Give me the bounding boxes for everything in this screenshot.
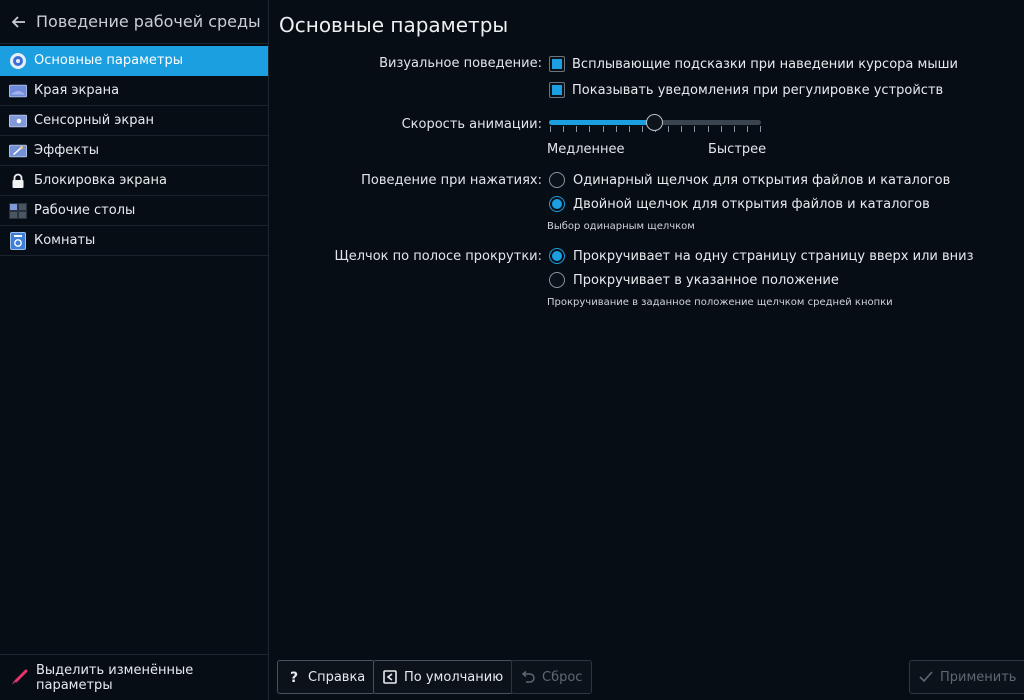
defaults-button[interactable]: По умолчанию [373,660,514,694]
activities-icon [9,231,27,250]
scrollbar-click-note: Прокручивание в заданное положение щелчк… [547,297,893,308]
slider-min-label: Медленнее [547,142,625,157]
slider-tick [668,126,670,132]
apply-button-label: Применить [940,669,1017,685]
animation-speed-label: Скорость анимации: [401,117,542,132]
sidebar-item-screen-edges[interactable]: Края экрана [0,76,268,106]
sidebar-item-screen-lock[interactable]: Блокировка экрана [0,166,268,196]
sidebar-item-touchscreen[interactable]: Сенсорный экран [0,106,268,136]
tooltips-checkbox-label: Всплывающие подсказки при наведении курс… [572,56,958,72]
highlight-changed-settings-label: Выделить изменённые параметры [36,662,194,693]
scrollbar-click-label: Щелчок по полосе прокрутки: [334,249,542,264]
sidebar-item-label: Края экрана [34,83,120,98]
sidebar-item-effects[interactable]: Эффекты [0,136,268,166]
restore-defaults-icon [382,669,398,685]
checkmark-icon [918,669,934,685]
slider-tick [563,126,565,132]
reset-button[interactable]: Сброс [511,660,593,694]
sidebar-header: Поведение рабочей среды [0,0,268,44]
slider-tick [746,126,748,132]
slider-tick [602,126,604,132]
single-click-radio[interactable] [549,172,565,188]
sidebar-item-general[interactable]: Основные параметры [0,46,268,76]
single-click-radio-row[interactable]: Одинарный щелчок для открытия файлов и к… [549,172,950,188]
brush-icon [10,669,28,687]
sidebar-item-label: Комнаты [34,233,96,248]
slider-tick [681,126,683,132]
undo-icon [520,669,536,685]
sidebar-item-label: Основные параметры [34,53,183,68]
single-click-radio-label: Одинарный щелчок для открытия файлов и к… [573,172,951,188]
double-click-radio[interactable] [549,196,565,212]
slider-tick [641,126,643,132]
slider-tick [550,126,551,132]
notifications-checkbox-row[interactable]: Показывать уведомления при регулировке у… [549,82,943,98]
double-click-radio-label: Двойной щелчок для открытия файлов и кат… [573,196,930,212]
animation-speed-slider[interactable] [547,113,763,141]
sidebar-item-label: Блокировка экрана [34,173,167,188]
svg-text:?: ? [290,670,298,684]
click-behavior-note: Выбор одинарным щелчком [547,221,695,232]
help-icon: ? [286,669,302,685]
slider-tick [720,126,722,132]
general-settings-icon [9,52,27,70]
help-button-label: Справка [308,669,366,685]
notifications-checkbox-label: Показывать уведомления при регулировке у… [572,82,944,98]
slider-fill [549,120,655,125]
sidebar-item-label: Сенсорный экран [34,113,154,128]
slider-tick [694,126,696,132]
slider-tick [733,126,735,132]
sidebar: Поведение рабочей среды Основные парамет… [0,0,269,700]
effects-icon [9,142,27,160]
scroll-position-radio-row[interactable]: Прокручивает в указанное положение [549,272,839,288]
page-title: Основные параметры [279,13,509,37]
slider-tick [589,126,591,132]
sidebar-item-virtual-desktops[interactable]: Рабочие столы [0,196,268,226]
back-arrow-icon[interactable] [10,13,28,31]
slider-tick [760,126,761,132]
lock-icon [9,172,27,190]
slider-tick [628,126,630,132]
slider-max-label: Быстрее [708,142,767,157]
highlight-changed-settings-button[interactable]: Выделить изменённые параметры [0,654,268,700]
sidebar-title: Поведение рабочей среды [36,12,261,31]
notifications-checkbox[interactable] [549,82,565,98]
screen-edges-icon [9,82,27,100]
touchscreen-icon [9,112,27,130]
sidebar-item-label: Эффекты [34,143,99,158]
slider-handle[interactable] [646,114,663,131]
sidebar-item-label: Рабочие столы [34,203,136,218]
virtual-desktops-icon [9,202,27,220]
main-panel: Основные параметры Визуальное поведение:… [270,0,1024,700]
scroll-position-radio[interactable] [549,272,565,288]
scroll-position-radio-label: Прокручивает в указанное положение [573,272,839,288]
slider-tick [707,126,709,132]
slider-tick [576,126,578,132]
click-behavior-label: Поведение при нажатиях: [361,173,542,188]
tooltips-checkbox[interactable] [549,56,565,72]
slider-tick [615,126,617,132]
tooltips-checkbox-row[interactable]: Всплывающие подсказки при наведении курс… [549,56,958,72]
visual-behavior-label: Визуальное поведение: [379,56,542,71]
defaults-button-label: По умолчанию [404,669,504,685]
sidebar-item-activities[interactable]: Комнаты [0,226,268,256]
apply-button[interactable]: Применить [909,660,1024,694]
reset-button-label: Сброс [542,669,583,685]
scroll-page-radio-row[interactable]: Прокручивает на одну страницу страницу в… [549,248,974,264]
help-button[interactable]: ? Справка [277,660,376,694]
double-click-radio-row[interactable]: Двойной щелчок для открытия файлов и кат… [549,196,930,212]
scroll-page-radio[interactable] [549,248,565,264]
scroll-page-radio-label: Прокручивает на одну страницу страницу в… [573,248,974,264]
